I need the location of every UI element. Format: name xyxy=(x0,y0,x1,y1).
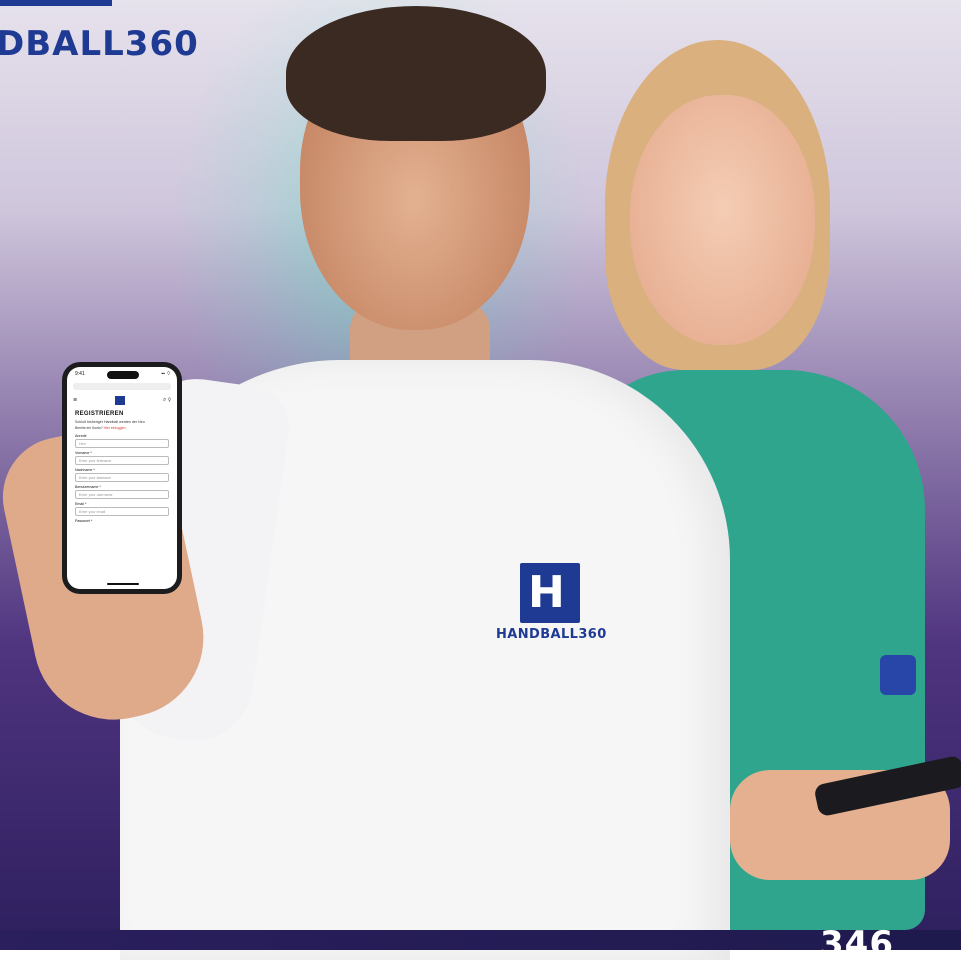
site-logo-icon[interactable] xyxy=(115,395,126,405)
logo-letter: H xyxy=(528,567,565,618)
lastname-field[interactable]: Enter your lastname xyxy=(75,473,169,482)
home-indicator xyxy=(107,583,139,585)
bottom-band xyxy=(0,930,961,950)
shirt-brand-text: HANDBALL360 xyxy=(496,627,607,642)
field-label-salutation: Anrede xyxy=(75,434,87,438)
phone-time: 9:41 xyxy=(75,371,85,377)
salutation-select[interactable]: Herr xyxy=(75,439,169,448)
brand-top-bar xyxy=(0,0,112,6)
phone-site-header: ≡ ⌕ ⚲ xyxy=(73,394,171,406)
menu-icon[interactable]: ≡ xyxy=(73,397,77,404)
smartphone: 9:41 ▪▪ ⌔ ≡ ⌕ ⚲ REGISTRIEREN Schluß bish… xyxy=(62,362,182,594)
search-cart-icon[interactable]: ⌕ ⚲ xyxy=(163,397,171,404)
field-label-email: Email * xyxy=(75,502,87,506)
register-subtitle: Schluß bisheriger Handball werden der Ne… xyxy=(75,420,145,424)
field-label-password: Passwort * xyxy=(75,519,93,523)
man-hair xyxy=(286,6,546,141)
brand-wordmark-partial: DBALL360 xyxy=(0,24,199,64)
phone-notch xyxy=(107,371,139,379)
login-link[interactable]: Hier einloggen xyxy=(104,426,126,430)
login-hint: Bereits ein Konto? Hier einloggen xyxy=(75,426,126,430)
field-label-username: Benutzername * xyxy=(75,485,101,489)
username-field[interactable]: Enter your username xyxy=(75,490,169,499)
firstname-field[interactable]: Enter your firstname xyxy=(75,456,169,465)
phone-screen: 9:41 ▪▪ ⌔ ≡ ⌕ ⚲ REGISTRIEREN Schluß bish… xyxy=(67,367,177,589)
field-label-firstname: Vorname * xyxy=(75,451,92,455)
woman-face xyxy=(630,95,815,345)
browser-url-bar[interactable] xyxy=(73,383,171,390)
field-label-lastname: Nachname * xyxy=(75,468,95,472)
email-field[interactable]: Enter your email xyxy=(75,507,169,516)
login-prefix: Bereits ein Konto? xyxy=(75,426,103,430)
register-title: REGISTRIEREN xyxy=(75,411,124,417)
phone-status-icons: ▪▪ ⌔ xyxy=(161,371,171,377)
jersey-cuff xyxy=(880,655,916,695)
bottom-right-partial-text: 346 xyxy=(820,924,894,964)
